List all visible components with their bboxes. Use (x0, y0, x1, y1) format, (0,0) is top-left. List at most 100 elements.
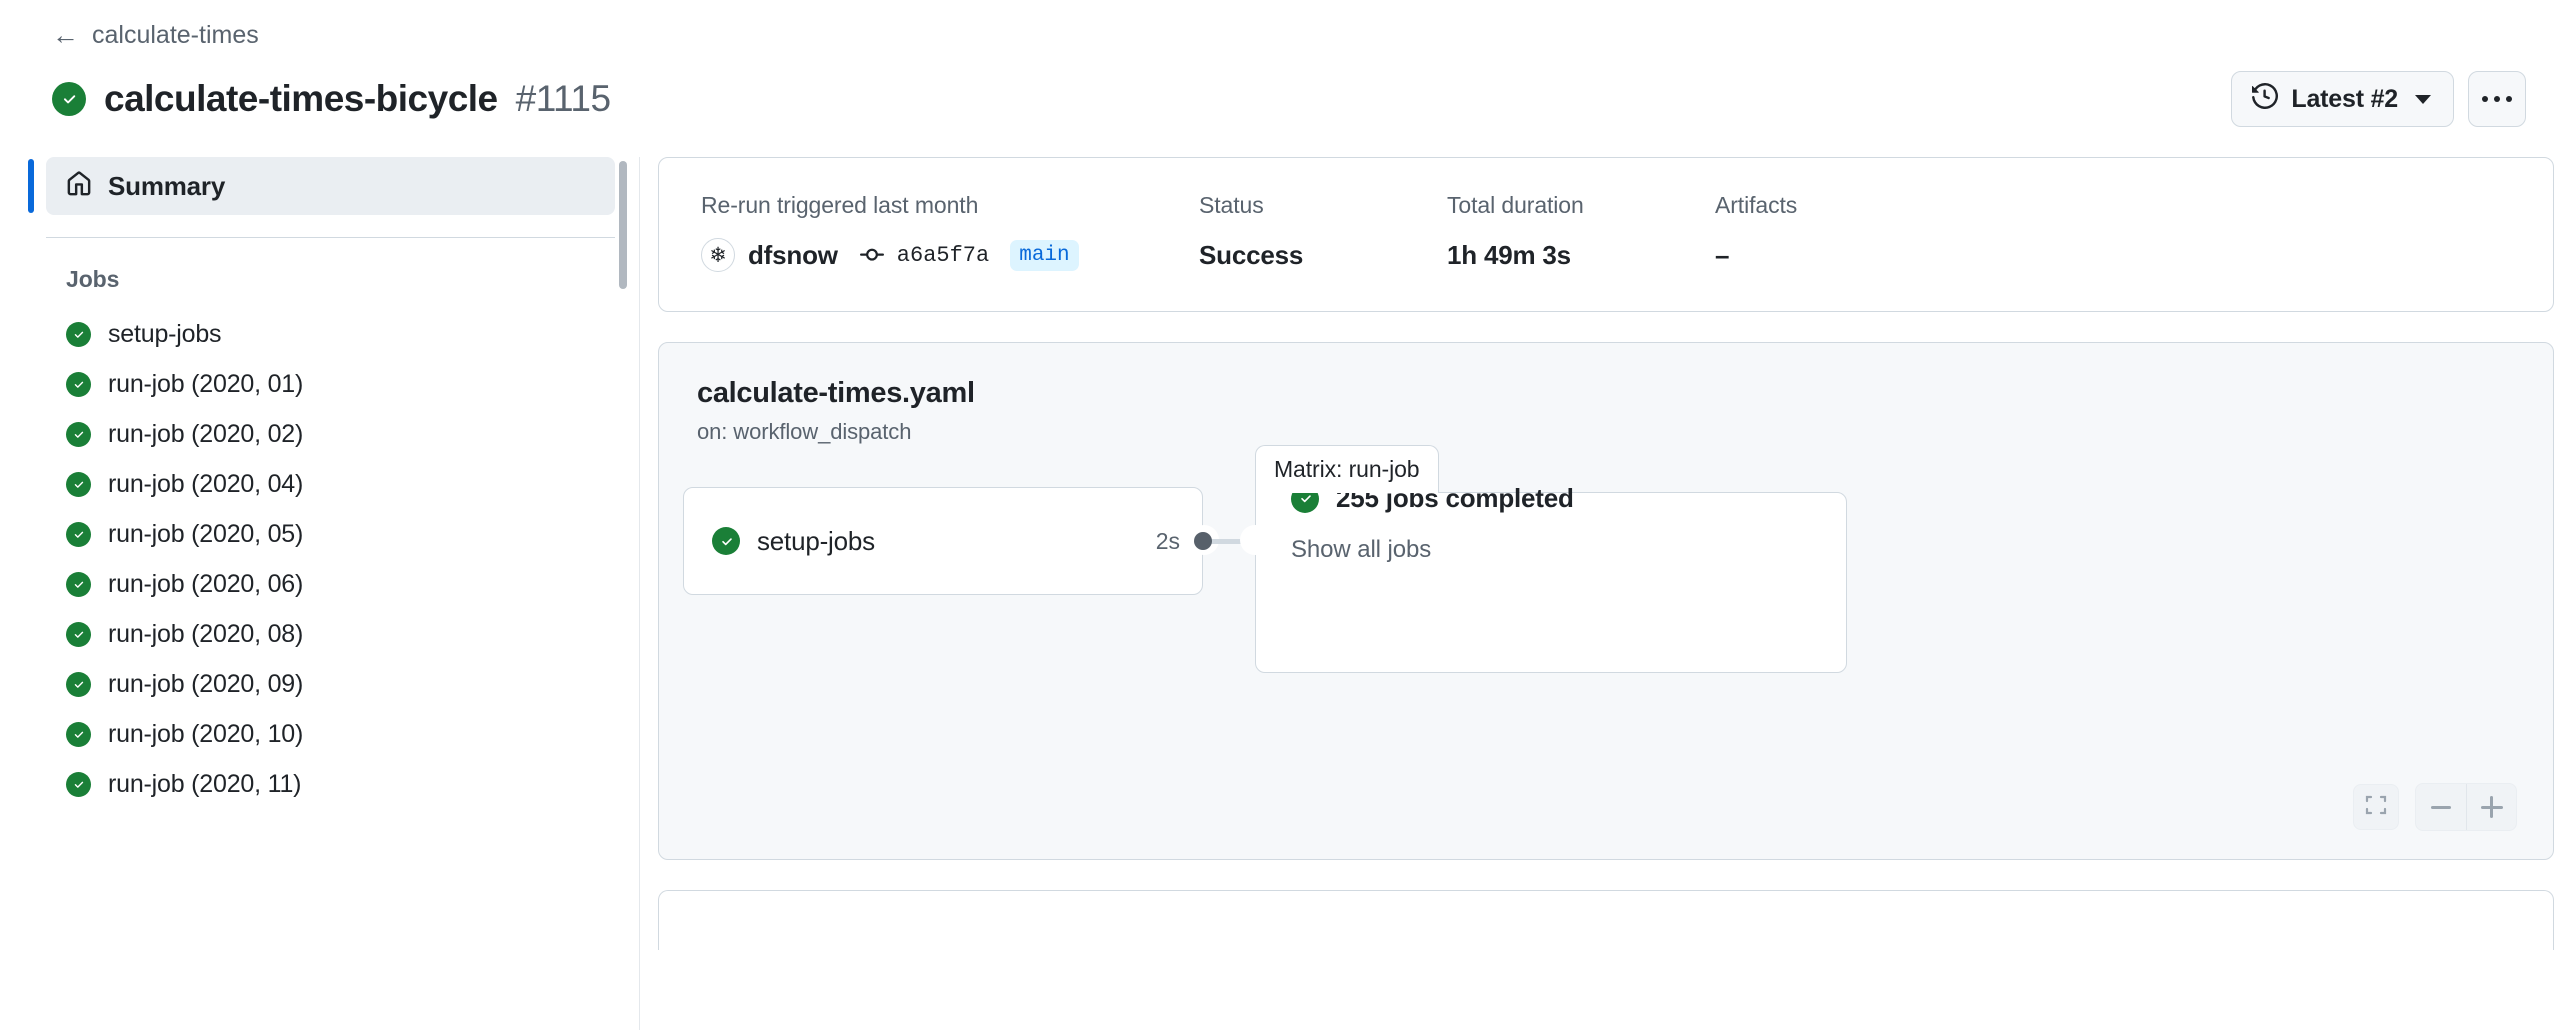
chevron-down-icon (2415, 94, 2431, 104)
title-row: calculate-times-bicycle #1115 Latest #2 (52, 71, 2576, 127)
actor-name[interactable]: dfsnow (748, 240, 838, 271)
sidebar-job-label: run-job (2020, 08) (108, 619, 304, 648)
main-column: Re-run triggered last month ❄ dfsnow a6a… (640, 157, 2576, 950)
fullscreen-icon (2364, 793, 2388, 822)
check-circle-icon (66, 421, 91, 447)
graph-matrix-group[interactable]: Matrix: run-job 255 jobs completed Show … (1240, 445, 1847, 673)
sidebar-job-label: run-job (2020, 09) (108, 669, 304, 698)
duration-label: Total duration (1447, 192, 1584, 218)
job-list: setup-jobs run-job (2020, 01) run-job (2… (28, 309, 640, 809)
meta-status: Status Success (1199, 192, 1447, 273)
minus-icon (2431, 805, 2451, 809)
check-circle-icon (66, 721, 91, 747)
matrix-group-tab: Matrix: run-job (1255, 445, 1439, 493)
home-icon (66, 170, 92, 202)
scrollbar-thumb[interactable] (619, 161, 627, 289)
status-value: Success (1199, 239, 1304, 270)
branch-badge[interactable]: main (1010, 239, 1079, 271)
run-number: #1115 (515, 78, 611, 119)
graph-node-duration: 2s (1155, 527, 1180, 554)
title-left: calculate-times-bicycle #1115 (52, 78, 611, 120)
graph-header: calculate-times.yaml on: workflow_dispat… (659, 343, 2553, 445)
fullscreen-button[interactable] (2353, 784, 2399, 830)
jobs-heading: Jobs (66, 266, 120, 292)
sidebar-job-item[interactable]: run-job (2020, 06) (46, 559, 615, 609)
latest-run-button[interactable]: Latest #2 (2231, 71, 2454, 127)
check-circle-icon (66, 771, 91, 797)
check-circle-icon (66, 621, 91, 647)
check-circle-icon (66, 521, 91, 547)
sidebar-job-label: run-job (2020, 06) (108, 569, 304, 598)
duration-value: 1h 49m 3s (1447, 239, 1571, 270)
kebab-dot-2 (2494, 96, 2500, 102)
check-circle-icon (66, 471, 91, 497)
header-actions: Latest #2 (2231, 71, 2526, 127)
sidebar-job-item[interactable]: run-job (2020, 02) (46, 409, 615, 459)
workflow-trigger: on: workflow_dispatch (697, 419, 912, 444)
check-circle-icon (66, 671, 91, 697)
graph-node-label: setup-jobs (757, 525, 875, 556)
active-indicator (28, 159, 34, 213)
kebab-dot-3 (2506, 96, 2512, 102)
check-circle-icon (66, 571, 91, 597)
sidebar-job-item[interactable]: setup-jobs (46, 309, 615, 359)
snowflake-avatar-icon[interactable]: ❄ (701, 238, 735, 272)
artifacts-value: – (1715, 239, 1730, 270)
history-icon (2252, 82, 2279, 116)
sidebar-job-item[interactable]: run-job (2020, 04) (46, 459, 615, 509)
git-commit-icon (859, 243, 884, 267)
page-header: ← calculate-times calculate-times-bicycl… (0, 0, 2576, 127)
sidebar-job-item[interactable]: run-job (2020, 08) (46, 609, 615, 659)
commit-sha[interactable]: a6a5f7a (897, 243, 989, 268)
sidebar-job-label: run-job (2020, 01) (108, 369, 304, 398)
sidebar-job-item[interactable]: run-job (2020, 11) (46, 759, 615, 809)
zoom-control-pair (2415, 783, 2517, 831)
sidebar-divider-vertical (639, 157, 640, 1030)
sidebar-scrollbar[interactable] (618, 157, 628, 1030)
more-options-button[interactable] (2468, 71, 2526, 127)
artifacts-label: Artifacts (1715, 192, 1798, 218)
page-title: calculate-times-bicycle (104, 77, 498, 119)
plus-icon (2480, 796, 2503, 818)
sidebar: Summary Jobs setup-jobs run-job (2020, 0… (20, 157, 640, 1030)
status-label: Status (1199, 192, 1264, 218)
trigger-label: Re-run triggered last month (701, 192, 979, 218)
check-circle-icon (52, 82, 86, 116)
zoom-in-button[interactable] (2466, 784, 2516, 830)
breadcrumb[interactable]: ← calculate-times (52, 22, 2576, 49)
matrix-group-content: 255 jobs completed Show all jobs (1291, 483, 1574, 564)
sidebar-job-item[interactable]: run-job (2020, 05) (46, 509, 615, 559)
meta-artifacts: Artifacts – (1715, 192, 1895, 273)
kebab-horizontal-icon (2482, 96, 2488, 102)
check-circle-icon (66, 321, 91, 347)
content-area: Summary Jobs setup-jobs run-job (2020, 0… (0, 157, 2576, 1030)
graph-zoom-controls (2353, 783, 2517, 831)
arrow-left-icon[interactable]: ← (52, 22, 79, 49)
sidebar-job-label: run-job (2020, 02) (108, 419, 304, 448)
graph-node-setup-jobs[interactable]: setup-jobs 2s (683, 487, 1203, 595)
sidebar-summary-label: Summary (108, 170, 226, 201)
workflow-graph-card: calculate-times.yaml on: workflow_dispat… (658, 342, 2554, 860)
sidebar-job-label: run-job (2020, 10) (108, 719, 304, 748)
workflow-graph-canvas[interactable]: setup-jobs 2s Matrix: run-job 255 jobs c… (659, 445, 2553, 745)
show-all-jobs-link[interactable]: Show all jobs (1291, 536, 1574, 564)
meta-trigger: Re-run triggered last month ❄ dfsnow a6a… (701, 192, 1199, 273)
breadcrumb-label[interactable]: calculate-times (92, 23, 259, 48)
check-circle-icon (712, 527, 740, 555)
zoom-out-button[interactable] (2416, 784, 2466, 830)
connector-dot-source (1194, 532, 1212, 550)
sidebar-job-item[interactable]: run-job (2020, 01) (46, 359, 615, 409)
actor-line: ❄ dfsnow a6a5f7a main (701, 237, 1199, 273)
sidebar-job-label: run-job (2020, 11) (108, 769, 302, 798)
meta-duration: Total duration 1h 49m 3s (1447, 192, 1715, 273)
sidebar-job-label: run-job (2020, 04) (108, 469, 304, 498)
sidebar-job-label: setup-jobs (108, 319, 222, 348)
sidebar-job-item[interactable]: run-job (2020, 10) (46, 709, 615, 759)
check-circle-icon (66, 371, 91, 397)
sidebar-job-label: run-job (2020, 05) (108, 519, 304, 548)
run-meta-grid: Re-run triggered last month ❄ dfsnow a6a… (701, 192, 2511, 273)
connector-socket-right (1240, 525, 1270, 555)
sidebar-job-item[interactable]: run-job (2020, 09) (46, 659, 615, 709)
sidebar-item-summary[interactable]: Summary (28, 157, 615, 215)
workflow-file-name: calculate-times.yaml (697, 377, 975, 409)
